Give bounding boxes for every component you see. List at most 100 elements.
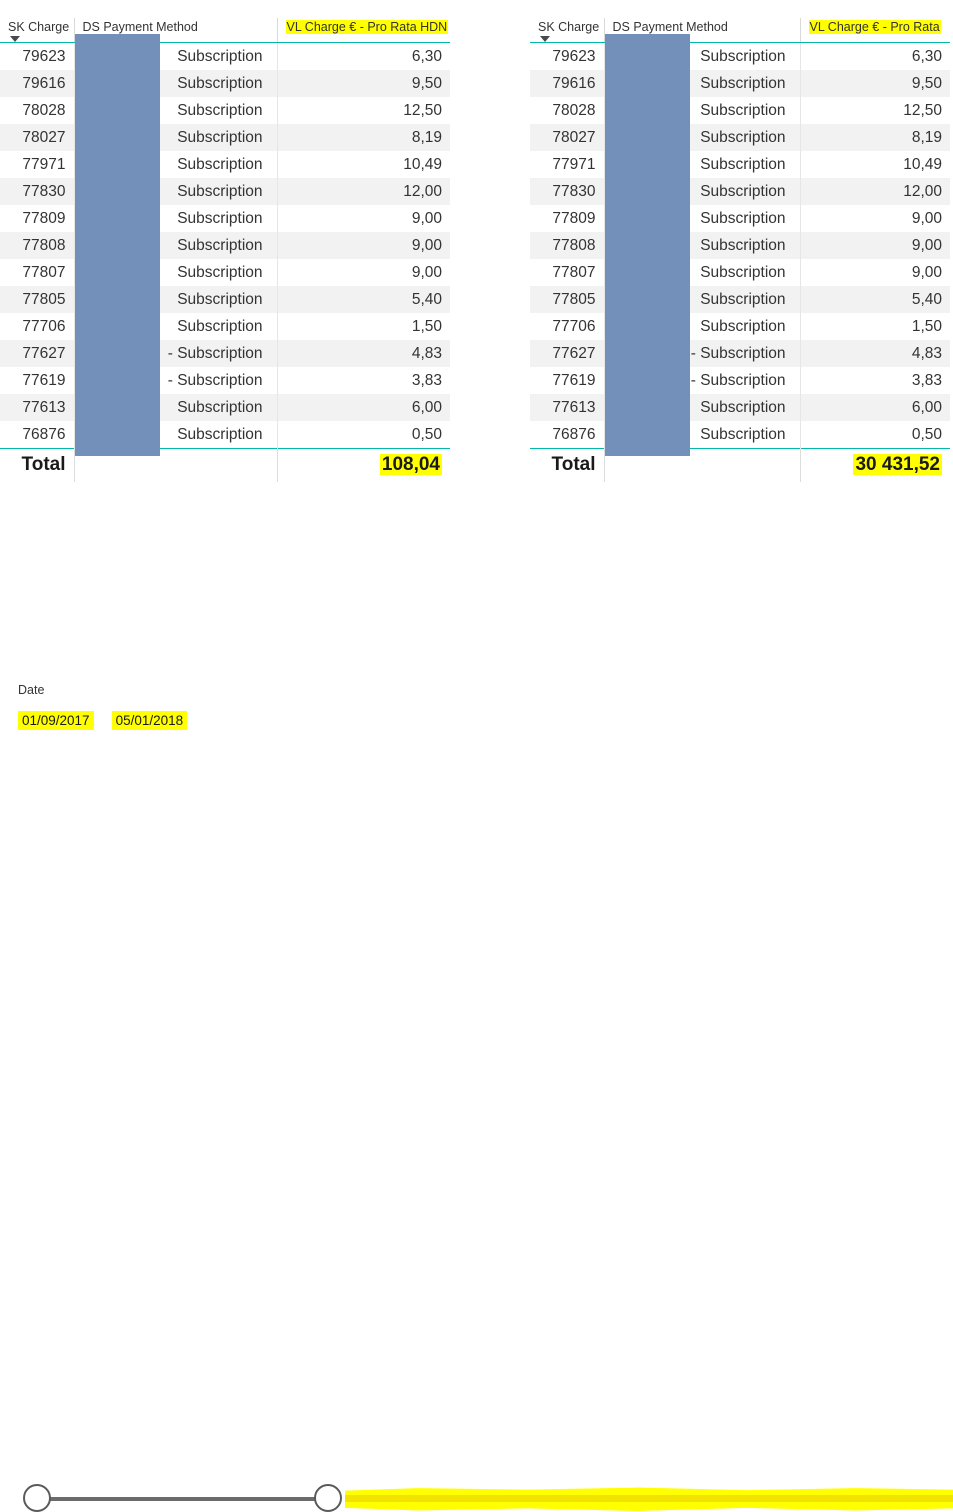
sort-descending-icon[interactable] [540, 36, 550, 42]
cell-charge-value: 12,50 [800, 97, 950, 124]
table-row[interactable]: 77619- Subscription 3,83 [0, 367, 450, 394]
cell-sk-charge: 77808 [0, 232, 75, 259]
table-row[interactable]: 77830 Subscription 12,00 [530, 178, 950, 205]
table-row[interactable]: 77805 Subscription 5,40 [0, 286, 450, 313]
column-header-payment-method-label: DS Payment Method [82, 20, 198, 34]
cell-sk-charge: 77805 [0, 286, 75, 313]
charge-table-right[interactable]: SK Charge DS Payment Method VL Charge € … [530, 18, 950, 482]
cell-charge-value: 9,00 [277, 259, 450, 286]
date-range-slider[interactable] [0, 740, 953, 1512]
cell-sk-charge: 77809 [530, 205, 605, 232]
total-label: Total [0, 448, 75, 482]
table-row[interactable]: 77619- Subscription 3,83 [530, 367, 950, 394]
date-start-value[interactable]: 01/09/2017 [18, 711, 94, 730]
table-body-left: 79623 Subscription 6,30 79616 Subscription 9,… [0, 42, 450, 449]
cell-charge-value: 6,00 [800, 394, 950, 421]
table-row[interactable]: 77971 Subscription 10,49 [530, 151, 950, 178]
cell-sk-charge: 77706 [530, 313, 605, 340]
table-row[interactable]: 77627- Subscription 4,83 [530, 340, 950, 367]
table-row[interactable]: 77809 Subscription 9,00 [530, 205, 950, 232]
date-slicer-title: Date [18, 683, 45, 697]
slider-handle-start[interactable] [23, 1484, 51, 1512]
cell-charge-value: 12,50 [277, 97, 450, 124]
cell-sk-charge: 77830 [0, 178, 75, 205]
cell-sk-charge: 77627 [0, 340, 75, 367]
cell-sk-charge: 77627 [530, 340, 605, 367]
table-total-row: Total 108,04 [0, 448, 450, 482]
cell-sk-charge: 76876 [0, 421, 75, 449]
column-header-charge-value[interactable]: VL Charge € - Pro Rata [800, 18, 950, 43]
table-row[interactable]: 77805 Subscription 5,40 [530, 286, 950, 313]
cell-sk-charge: 78028 [0, 97, 75, 124]
slider-handle-end[interactable] [314, 1484, 342, 1512]
table-row[interactable]: 77830 Subscription 12,00 [0, 178, 450, 205]
column-header-sk-charge-label: SK Charge [8, 20, 70, 34]
cell-sk-charge: 79616 [530, 70, 605, 97]
table-row[interactable]: 78028 Subscription 12,50 [530, 97, 950, 124]
cell-sk-charge: 79623 [0, 42, 75, 70]
table-body-right: 79623 Subscription 6,30 79616 Subscription 9,… [530, 42, 950, 449]
cell-charge-value: 12,00 [800, 178, 950, 205]
table-row[interactable]: 78027 Subscription 8,19 [0, 124, 450, 151]
table-row[interactable]: 78027 Subscription 8,19 [530, 124, 950, 151]
cell-sk-charge: 77830 [530, 178, 605, 205]
date-slicer[interactable]: Date 01/09/2017 05/01/2018 [18, 683, 318, 730]
cell-sk-charge: 77619 [530, 367, 605, 394]
column-header-sk-charge-label: SK Charge [538, 20, 600, 34]
cell-charge-value: 0,50 [277, 421, 450, 449]
cell-sk-charge: 78027 [0, 124, 75, 151]
table-left: SK Charge DS Payment Method VL Charge € … [0, 18, 450, 482]
cell-sk-charge: 78027 [530, 124, 605, 151]
cell-charge-value: 8,19 [800, 124, 950, 151]
table-row[interactable]: 77613 Subscription 6,00 [0, 394, 450, 421]
table-row[interactable]: 77706 Subscription 1,50 [530, 313, 950, 340]
cell-charge-value: 5,40 [277, 286, 450, 313]
column-header-payment-method-label: DS Payment Method [612, 20, 728, 34]
table-row[interactable]: 77706 Subscription 1,50 [0, 313, 450, 340]
cell-charge-value: 3,83 [277, 367, 450, 394]
column-header-sk-charge[interactable]: SK Charge [0, 18, 75, 43]
table-row[interactable]: 79623 Subscription 6,30 [530, 42, 950, 70]
table-row[interactable]: 77807 Subscription 9,00 [0, 259, 450, 286]
table-row[interactable]: 77807 Subscription 9,00 [530, 259, 950, 286]
cell-charge-value: 1,50 [800, 313, 950, 340]
table-row[interactable]: 77613 Subscription 6,00 [530, 394, 950, 421]
table-row[interactable]: 79623 Subscription 6,30 [0, 42, 450, 70]
charge-table-left[interactable]: SK Charge DS Payment Method VL Charge € … [0, 18, 450, 482]
table-row[interactable]: 77808 Subscription 9,00 [530, 232, 950, 259]
cell-sk-charge: 77971 [0, 151, 75, 178]
cell-charge-value: 12,00 [277, 178, 450, 205]
table-row[interactable]: 76876 Subscription 0,50 [0, 421, 450, 449]
cell-sk-charge: 77808 [530, 232, 605, 259]
table-row[interactable]: 77809 Subscription 9,00 [0, 205, 450, 232]
sort-descending-icon[interactable] [10, 36, 20, 42]
date-slicer-values: 01/09/2017 05/01/2018 [18, 711, 318, 730]
cell-charge-value: 9,00 [277, 232, 450, 259]
column-header-sk-charge[interactable]: SK Charge [530, 18, 605, 43]
table-row[interactable]: 79616 Subscription 9,50 [0, 70, 450, 97]
date-end-value[interactable]: 05/01/2018 [111, 711, 188, 730]
cell-charge-value: 5,40 [800, 286, 950, 313]
column-header-charge-value[interactable]: VL Charge € - Pro Rata HDN [277, 18, 450, 43]
column-header-charge-value-label: VL Charge € - Pro Rata [808, 20, 941, 34]
slider-track[interactable] [37, 1497, 328, 1501]
redaction-overlay-left [75, 34, 160, 456]
cell-sk-charge: 77706 [0, 313, 75, 340]
table-row[interactable]: 78028 Subscription 12,50 [0, 97, 450, 124]
total-value-cell: 108,04 [277, 448, 450, 482]
cell-sk-charge: 77613 [0, 394, 75, 421]
cell-charge-value: 10,49 [277, 151, 450, 178]
total-value: 108,04 [379, 454, 442, 475]
cell-charge-value: 6,30 [277, 42, 450, 70]
annotation-highlight-core [345, 1495, 953, 1502]
cell-sk-charge: 79623 [530, 42, 605, 70]
column-header-charge-value-label: VL Charge € - Pro Rata HDN [285, 20, 449, 34]
cell-charge-value: 0,50 [800, 421, 950, 449]
cell-sk-charge: 78028 [530, 97, 605, 124]
table-row[interactable]: 77808 Subscription 9,00 [0, 232, 450, 259]
table-header-row: SK Charge DS Payment Method VL Charge € … [0, 18, 450, 43]
table-row[interactable]: 77627- Subscription 4,83 [0, 340, 450, 367]
table-row[interactable]: 76876 Subscription 0,50 [530, 421, 950, 449]
table-row[interactable]: 77971 Subscription 10,49 [0, 151, 450, 178]
table-row[interactable]: 79616 Subscription 9,50 [530, 70, 950, 97]
